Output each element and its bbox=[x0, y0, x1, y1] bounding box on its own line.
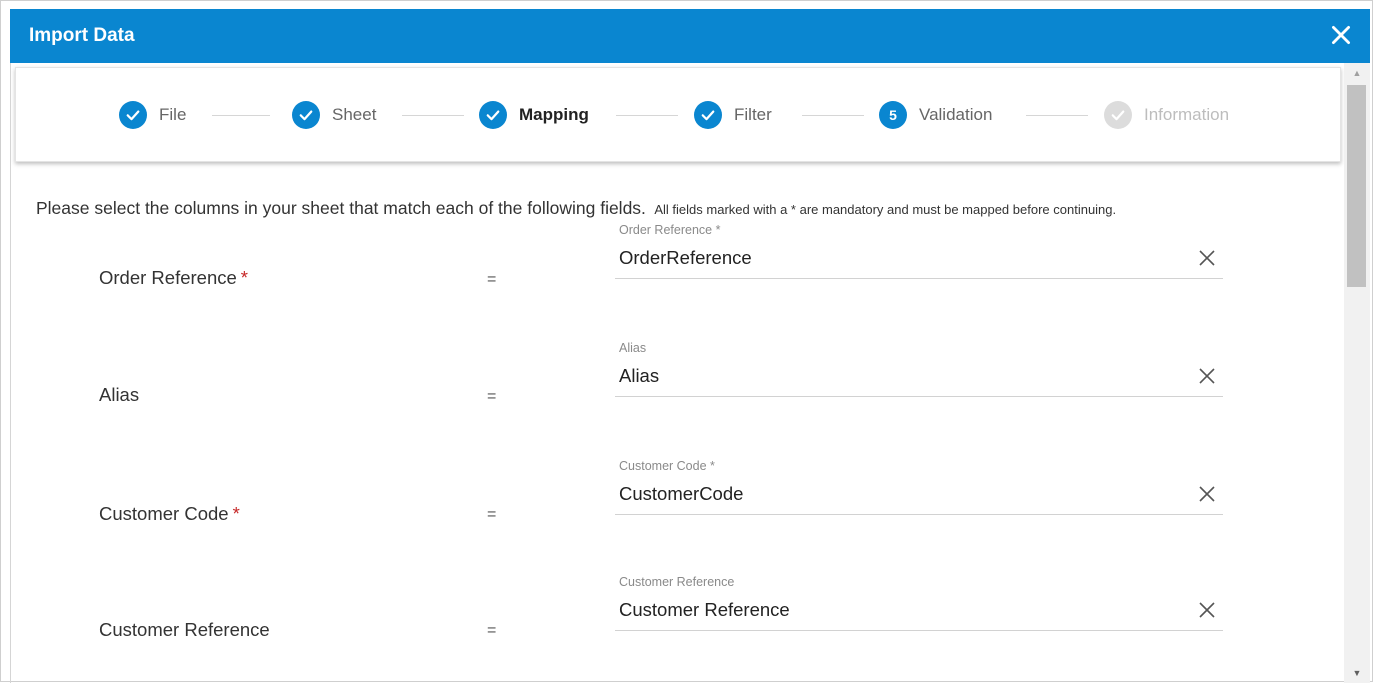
step-label: Information bbox=[1144, 105, 1230, 124]
step-number-badge: 5 bbox=[879, 101, 907, 129]
step-information: Information bbox=[1104, 100, 1229, 130]
required-star: * bbox=[232, 503, 240, 524]
close-icon bbox=[1332, 26, 1350, 44]
field-label: Order Reference * bbox=[619, 223, 721, 237]
check-icon bbox=[1104, 101, 1132, 129]
field-label: Alias bbox=[619, 341, 647, 355]
step-sheet[interactable]: Sheet bbox=[292, 100, 376, 130]
alias-select[interactable]: Alias Alias bbox=[615, 341, 1223, 397]
mapping-row-label: Customer Reference bbox=[99, 619, 270, 640]
instructions-note: All fields marked with a * are mandatory… bbox=[654, 202, 1117, 217]
customer-code-select[interactable]: Customer Code * CustomerCode bbox=[615, 459, 1223, 515]
check-icon bbox=[119, 101, 147, 129]
step-connector bbox=[802, 115, 864, 116]
equals-sign: = bbox=[487, 506, 497, 523]
close-icon bbox=[1199, 486, 1215, 502]
close-icon bbox=[1199, 250, 1215, 266]
mapping-row-label: Customer Code * bbox=[99, 503, 240, 524]
vertical-scrollbar[interactable]: ▲ ▼ bbox=[1344, 63, 1370, 683]
step-file[interactable]: File bbox=[119, 100, 186, 130]
step-label: Filter bbox=[734, 105, 772, 124]
step-label: Sheet bbox=[332, 105, 377, 124]
equals-sign: = bbox=[487, 271, 497, 288]
required-star: * bbox=[240, 267, 248, 288]
field-value: Customer Reference bbox=[619, 599, 790, 620]
customer-reference-select[interactable]: Customer Reference Customer Reference bbox=[615, 575, 1223, 631]
instructions: Please select the columns in your sheet … bbox=[36, 198, 1116, 219]
step-connector bbox=[1026, 115, 1088, 116]
close-icon bbox=[1199, 602, 1215, 618]
step-label: File bbox=[159, 105, 187, 124]
step-validation[interactable]: 5 Validation bbox=[879, 100, 992, 130]
dialog-content: File Sheet Mapping Filter 5 Validation I… bbox=[10, 63, 1344, 683]
instructions-main: Please select the columns in your sheet … bbox=[36, 198, 646, 218]
dialog-titlebar: Import Data bbox=[10, 9, 1370, 63]
field-value: CustomerCode bbox=[619, 483, 744, 504]
step-label: Validation bbox=[919, 105, 993, 124]
order-reference-select[interactable]: Order Reference * OrderReference bbox=[615, 223, 1223, 279]
step-label: Mapping bbox=[519, 105, 589, 124]
step-connector bbox=[212, 115, 270, 116]
check-icon bbox=[694, 101, 722, 129]
check-icon bbox=[479, 101, 507, 129]
field-label: Customer Reference bbox=[619, 575, 735, 589]
equals-sign: = bbox=[487, 622, 497, 639]
stepper: File Sheet Mapping Filter 5 Validation I… bbox=[15, 67, 1341, 162]
import-data-dialog: Import Data File Sheet Mapping Filter 5 … bbox=[0, 0, 1373, 683]
scrollbar-thumb[interactable] bbox=[1347, 85, 1366, 287]
clear-button[interactable] bbox=[1197, 366, 1217, 386]
step-filter[interactable]: Filter bbox=[694, 100, 772, 130]
equals-sign: = bbox=[487, 388, 497, 405]
field-value: OrderReference bbox=[619, 247, 752, 268]
scroll-up-arrow-icon[interactable]: ▲ bbox=[1344, 63, 1370, 83]
clear-button[interactable] bbox=[1197, 600, 1217, 620]
check-icon bbox=[292, 101, 320, 129]
field-value: Alias bbox=[619, 365, 660, 386]
close-icon bbox=[1199, 368, 1215, 384]
clear-button[interactable] bbox=[1197, 484, 1217, 504]
mapping-row-label: Order Reference * bbox=[99, 267, 248, 288]
step-mapping[interactable]: Mapping bbox=[479, 100, 589, 130]
dialog-title: Import Data bbox=[29, 25, 135, 46]
step-connector bbox=[616, 115, 678, 116]
scroll-down-arrow-icon[interactable]: ▼ bbox=[1344, 663, 1370, 683]
clear-button[interactable] bbox=[1197, 248, 1217, 268]
step-connector bbox=[402, 115, 464, 116]
field-label: Customer Code * bbox=[619, 459, 715, 473]
mapping-row-label: Alias bbox=[99, 384, 140, 405]
close-button[interactable] bbox=[1328, 22, 1354, 48]
